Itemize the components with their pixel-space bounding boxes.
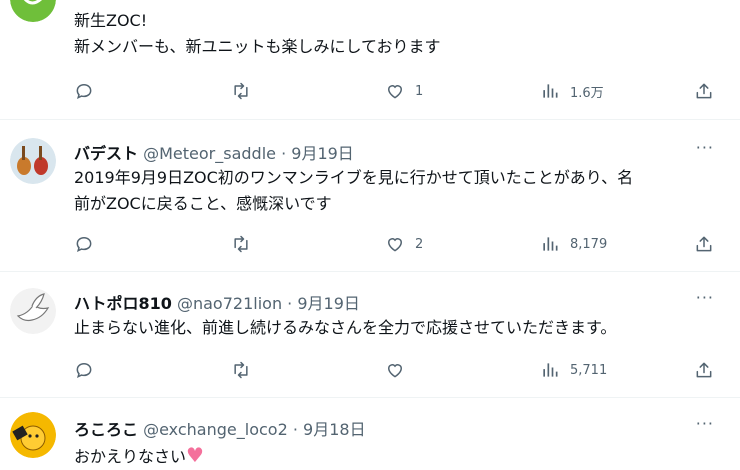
tweet-actions: 2 8,179: [74, 233, 722, 255]
tweet-header: バデスト @Meteor_saddle · 9月19日: [74, 140, 354, 164]
tweet-date[interactable]: 9月18日: [303, 420, 366, 439]
views-icon: [543, 363, 558, 377]
tweet-actions: 5,711: [74, 359, 722, 381]
retweet-icon: [234, 82, 248, 100]
tweet-text-line: 2019年9月9日ZOC初のワンマンライブを見に行かせて頂いたことがあり、名: [74, 168, 634, 187]
heart-emoji-icon: ♥: [186, 443, 204, 467]
like-icon: [387, 364, 403, 378]
share-icon: [696, 83, 712, 99]
tweet-text-line: 前がZOCに戻ること、感慨深いです: [74, 194, 332, 213]
like-button[interactable]: 1: [385, 80, 423, 102]
avatar[interactable]: [10, 412, 56, 458]
more-icon[interactable]: ···: [696, 414, 714, 433]
reply-tweet[interactable]: 新生ZOC! 新メンバーも、新ユニットも楽しみにしております 1 1.6万: [0, 0, 740, 120]
views-button[interactable]: 1.6万: [540, 80, 604, 102]
like-button[interactable]: 2: [385, 233, 423, 255]
views-icon: [543, 84, 558, 98]
display-name[interactable]: バデスト: [74, 144, 138, 163]
user-handle[interactable]: @nao721lion: [177, 294, 282, 313]
separator-dot: ·: [287, 294, 293, 313]
tweet-actions: 1 1.6万: [74, 80, 722, 102]
like-count: 2: [415, 236, 424, 252]
tweet-text: 2019年9月9日ZOC初のワンマンライブを見に行かせて頂いたことがあり、名 前…: [74, 165, 722, 217]
like-icon: [387, 238, 403, 252]
reply-tweet[interactable]: ろころこ @exchange_loco2 · 9月18日 ··· おかえりなさい…: [0, 398, 740, 467]
tweet-text: 止まらない進化、前進し続けるみなさんを全力で応援させていただきます。: [74, 315, 722, 341]
retweet-button[interactable]: [231, 80, 261, 102]
tweet-header: ハトポロ810 @nao721lion · 9月19日: [74, 290, 360, 314]
avatar[interactable]: [10, 288, 56, 334]
more-icon[interactable]: ···: [696, 288, 714, 307]
reply-feed: 新生ZOC! 新メンバーも、新ユニットも楽しみにしております 1 1.6万 バデ…: [0, 0, 740, 467]
display-name[interactable]: ろころこ: [74, 420, 138, 439]
display-name[interactable]: ハトポロ810: [74, 294, 172, 313]
share-button[interactable]: [694, 233, 714, 255]
tweet-date[interactable]: 9月19日: [297, 294, 360, 313]
reply-icon: [76, 362, 92, 379]
retweet-button[interactable]: [231, 359, 261, 381]
tweet-text-line: おかえりなさい: [74, 447, 187, 466]
share-button[interactable]: [694, 359, 714, 381]
view-count: 1.6万: [570, 85, 604, 101]
tweet-text: 新生ZOC! 新メンバーも、新ユニットも楽しみにしております: [74, 8, 722, 60]
retweet-icon: [234, 361, 248, 379]
share-icon: [696, 236, 712, 252]
more-icon[interactable]: ···: [696, 138, 714, 157]
tweet-date[interactable]: 9月19日: [291, 144, 354, 163]
retweet-icon: [234, 235, 248, 253]
avatar[interactable]: [10, 0, 56, 22]
separator-dot: ·: [292, 420, 298, 439]
like-button[interactable]: [385, 359, 415, 381]
like-count: 1: [415, 83, 424, 99]
retweet-button[interactable]: [231, 233, 261, 255]
reply-icon: [76, 236, 92, 253]
view-count: 8,179: [570, 236, 608, 252]
views-button[interactable]: 5,711: [540, 359, 607, 381]
tweet-text-line: 新生ZOC!: [74, 11, 148, 30]
reply-tweet[interactable]: バデスト @Meteor_saddle · 9月19日 ··· 2019年9月9…: [0, 120, 740, 272]
tweet-text-line: 新メンバーも、新ユニットも楽しみにしております: [74, 37, 441, 56]
separator-dot: ·: [281, 144, 287, 163]
reply-button[interactable]: [74, 359, 104, 381]
share-button[interactable]: [694, 80, 714, 102]
views-button[interactable]: 8,179: [540, 233, 607, 255]
share-icon: [696, 362, 712, 378]
reply-tweet[interactable]: ハトポロ810 @nao721lion · 9月19日 ··· 止まらない進化、…: [0, 272, 740, 398]
tweet-text-line: 止まらない進化、前進し続けるみなさんを全力で応援させていただきます。: [74, 318, 617, 337]
reply-button[interactable]: [74, 233, 104, 255]
user-handle[interactable]: @Meteor_saddle: [143, 144, 276, 163]
tweet-header: ろころこ @exchange_loco2 · 9月18日: [74, 416, 366, 440]
views-icon: [543, 237, 558, 251]
like-icon: [387, 85, 403, 99]
avatar[interactable]: [10, 138, 56, 184]
reply-icon: [76, 83, 92, 100]
reply-button[interactable]: [74, 80, 104, 102]
user-handle[interactable]: @exchange_loco2: [143, 420, 288, 439]
view-count: 5,711: [570, 362, 608, 378]
